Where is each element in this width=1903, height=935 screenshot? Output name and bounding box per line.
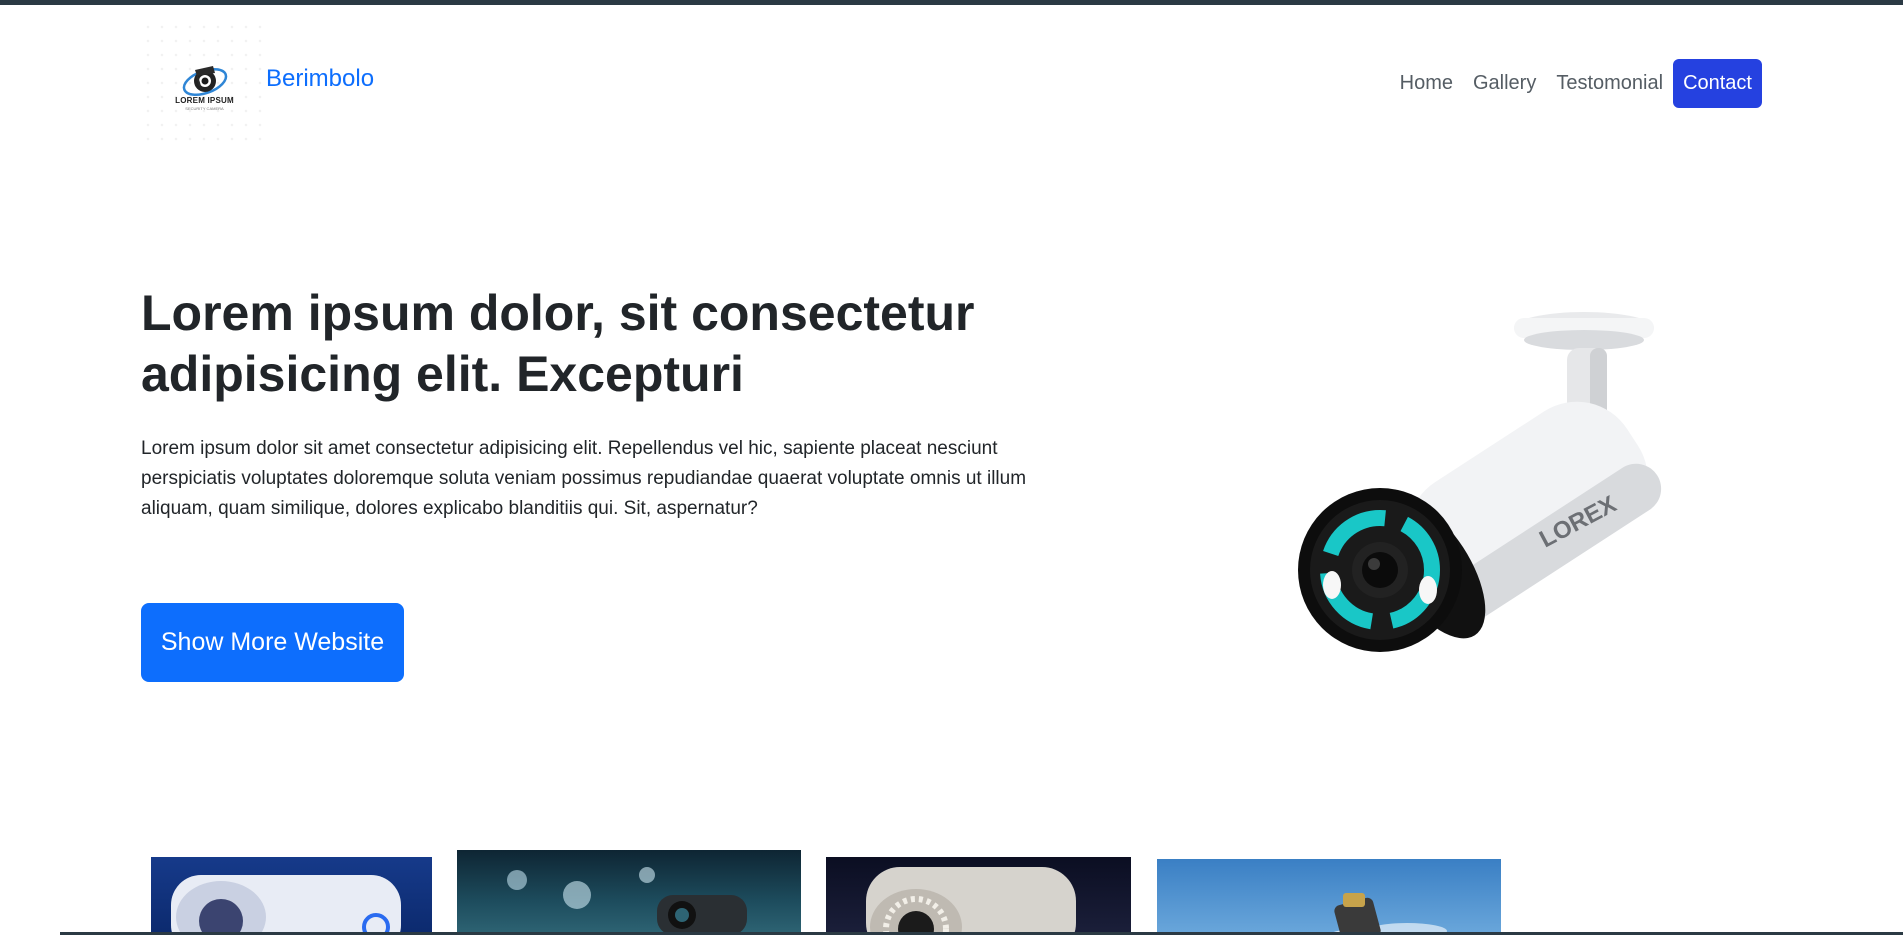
gallery-image-1[interactable] — [151, 857, 432, 935]
hero-title: Lorem ipsum dolor, sit consectetur adipi… — [141, 285, 975, 402]
site-logo[interactable]: LOREM IPSUM SECURITY CAMERA — [141, 20, 268, 144]
top-border-bar — [0, 0, 1903, 5]
gallery-image-2[interactable] — [457, 850, 801, 935]
logo-text: LOREM IPSUM — [175, 96, 234, 105]
main-nav: Home Gallery Testomonial Contact — [1390, 59, 1762, 108]
nav-home[interactable]: Home — [1390, 61, 1463, 106]
hero-description: Lorem ipsum dolor sit amet consectetur a… — [141, 438, 1027, 519]
nav-contact-button[interactable]: Contact — [1673, 59, 1762, 108]
gallery-image-4[interactable] — [1157, 859, 1501, 935]
show-more-website-button[interactable]: Show More Website — [141, 603, 404, 682]
brand-name-link[interactable]: Berimbolo — [266, 65, 374, 93]
security-camera-image: LOREX — [1298, 312, 1662, 652]
logo-subtext: SECURITY CAMERA — [185, 106, 224, 111]
gallery-image-3[interactable] — [826, 857, 1131, 935]
nav-gallery[interactable]: Gallery — [1463, 61, 1546, 106]
nav-testimonial[interactable]: Testomonial — [1546, 61, 1673, 106]
